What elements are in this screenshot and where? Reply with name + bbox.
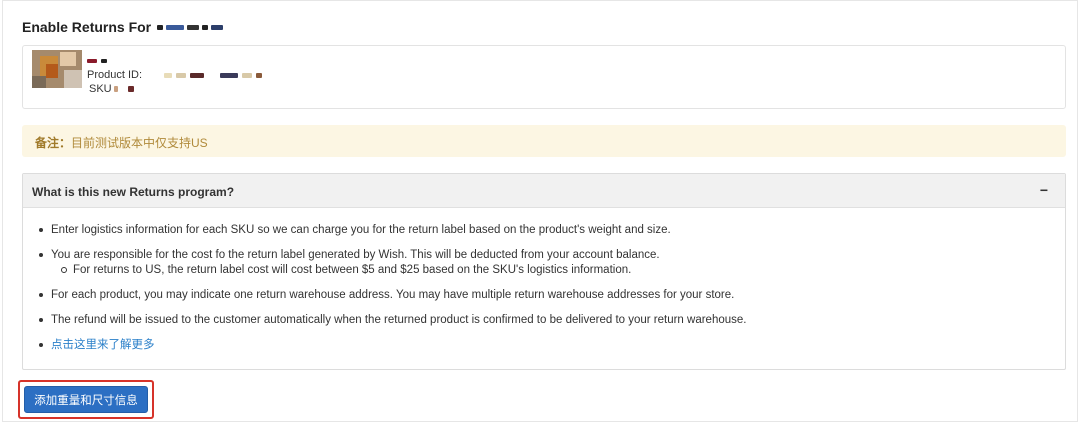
product-info: Product ID: SKU <box>87 54 263 96</box>
learn-more-link[interactable]: 点击这里来了解更多 <box>51 339 155 351</box>
collapse-icon[interactable]: − <box>1035 182 1053 198</box>
list-item: 点击这里来了解更多 <box>35 338 1065 352</box>
panel-body: Enter logistics information for each SKU… <box>23 208 1065 352</box>
panel-title: What is this new Returns program? <box>32 185 235 199</box>
sku-label: SKU <box>89 83 112 95</box>
note-text: 目前测试版本中仅支持US <box>71 136 208 150</box>
returns-info-panel: What is this new Returns program? − Ente… <box>22 173 1066 370</box>
redacted-product-name <box>87 54 262 68</box>
list-item: Enter logistics information for each SKU… <box>35 223 1065 237</box>
list-item: You are responsible for the cost fo the … <box>35 248 1065 277</box>
page-title-text: Enable Returns For <box>22 19 152 35</box>
list-item-text: You are responsible for the cost fo the … <box>51 249 660 261</box>
sku-row: SKU <box>87 82 262 96</box>
product-id-row: Product ID: <box>87 68 263 82</box>
page-title: Enable Returns For <box>22 19 224 35</box>
returns-page: Enable Returns For Product ID: SKU 备注：目前… <box>2 0 1078 422</box>
list-item: The refund will be issued to the custome… <box>35 313 1065 327</box>
redacted-store-name <box>157 24 224 30</box>
note-banner: 备注：目前测试版本中仅支持US <box>22 125 1066 157</box>
product-id-label: Product ID: <box>87 69 143 81</box>
highlight-box: 添加重量和尺寸信息 <box>18 380 154 419</box>
product-card: Product ID: SKU <box>22 45 1066 109</box>
product-thumbnail <box>32 50 82 88</box>
panel-header[interactable]: What is this new Returns program? − <box>23 174 1065 208</box>
info-list: Enter logistics information for each SKU… <box>35 223 1065 352</box>
sub-list: For returns to US, the return label cost… <box>51 263 1065 277</box>
sub-list-item: For returns to US, the return label cost… <box>51 263 1065 277</box>
note-label: 备注： <box>35 136 72 150</box>
list-item: For each product, you may indicate one r… <box>35 288 1065 302</box>
add-weight-dimensions-button[interactable]: 添加重量和尺寸信息 <box>24 386 148 413</box>
